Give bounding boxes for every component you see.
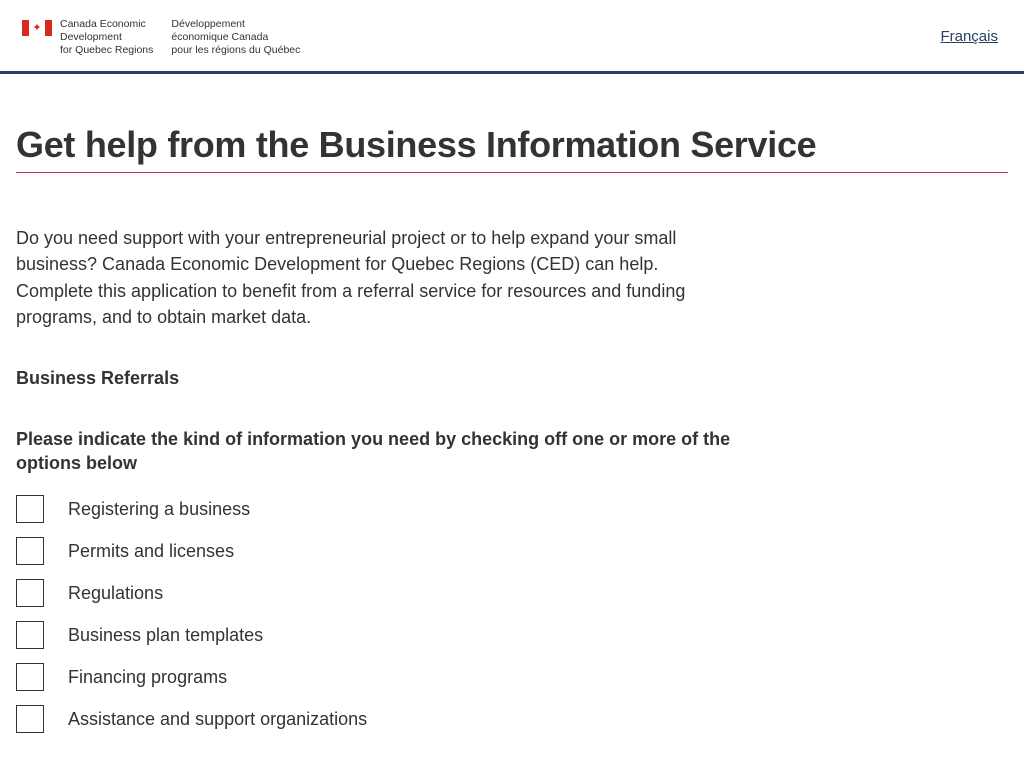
option-row: Regulations [16,579,1008,607]
checkbox-financing-programs[interactable] [16,663,44,691]
option-row: Assistance and support organizations [16,705,1008,733]
question-text: Please indicate the kind of information … [16,427,756,476]
option-row: Business plan templates [16,621,1008,649]
checkbox-regulations[interactable] [16,579,44,607]
org-en-line2: Development [60,31,153,44]
option-label: Business plan templates [68,625,263,646]
org-name-en: Canada Economic Development for Quebec R… [60,18,153,57]
checkbox-business-plan-templates[interactable] [16,621,44,649]
option-label: Financing programs [68,667,227,688]
option-row: Registering a business [16,495,1008,523]
option-label: Permits and licenses [68,541,234,562]
org-fr-line2: économique Canada [171,31,300,44]
option-label: Assistance and support organizations [68,709,367,730]
page-title: Get help from the Business Information S… [16,124,1008,173]
checkbox-permits-licenses[interactable] [16,537,44,565]
language-toggle-link[interactable]: Français [940,28,998,45]
brand-block: ✦ Canada Economic Development for Quebec… [22,18,300,57]
org-fr-line1: Développement [171,18,300,31]
option-row: Permits and licenses [16,537,1008,565]
intro-paragraph: Do you need support with your entreprene… [16,225,726,329]
org-name-fr: Développement économique Canada pour les… [171,18,300,57]
option-row: Financing programs [16,663,1008,691]
option-label: Registering a business [68,499,250,520]
checkbox-assistance-support-orgs[interactable] [16,705,44,733]
org-en-line1: Canada Economic [60,18,153,31]
main-content: Get help from the Business Information S… [0,74,1024,767]
header: ✦ Canada Economic Development for Quebec… [0,0,1024,74]
canada-flag-icon: ✦ [22,20,52,36]
org-names: Canada Economic Development for Quebec R… [60,18,300,57]
options-list: Registering a business Permits and licen… [16,495,1008,733]
org-fr-line3: pour les régions du Québec [171,44,300,57]
option-label: Regulations [68,583,163,604]
org-en-line3: for Quebec Regions [60,44,153,57]
section-heading: Business Referrals [16,368,1008,389]
checkbox-registering-business[interactable] [16,495,44,523]
